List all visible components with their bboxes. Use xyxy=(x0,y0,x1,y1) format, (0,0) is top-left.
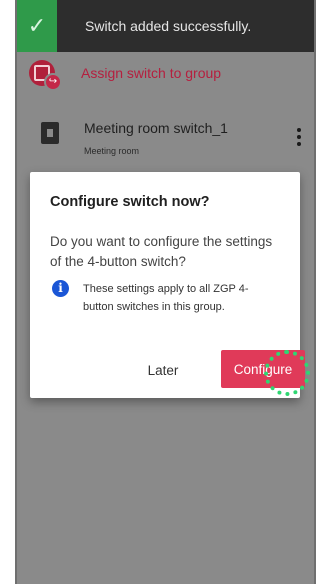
more-vertical-icon[interactable] xyxy=(296,128,302,146)
app-screen: ✓ Switch added successfully. ↪ Assign sw… xyxy=(15,0,316,584)
assign-label: Assign switch to group xyxy=(81,65,222,81)
switch-title: Meeting room switch_1 xyxy=(84,120,228,136)
success-toast: ✓ Switch added successfully. xyxy=(17,0,314,52)
dialog-title: Configure switch now? xyxy=(50,194,210,210)
assign-group-icon: ↪ xyxy=(29,60,62,91)
wall-switch-icon xyxy=(41,122,59,144)
info-icon: i xyxy=(52,280,69,297)
info-text: These settings apply to all ZGP 4-button… xyxy=(83,283,249,313)
assign-switch-to-group[interactable]: ↪ Assign switch to group xyxy=(29,60,222,91)
switch-list-item[interactable]: Meeting room switch_1 Meeting room xyxy=(17,112,314,162)
configure-dialog: Configure switch now? Do you want to con… xyxy=(30,172,310,398)
dialog-body: Do you want to configure the settings of… xyxy=(50,234,273,269)
check-icon: ✓ xyxy=(17,0,57,52)
configure-button[interactable]: Configure xyxy=(221,350,305,388)
switch-subtitle: Meeting room xyxy=(84,146,140,156)
toast-message: Switch added successfully. xyxy=(85,18,252,34)
later-button[interactable]: Later xyxy=(138,350,188,390)
info-note: i These settings apply to all ZGP 4-butt… xyxy=(52,280,263,316)
